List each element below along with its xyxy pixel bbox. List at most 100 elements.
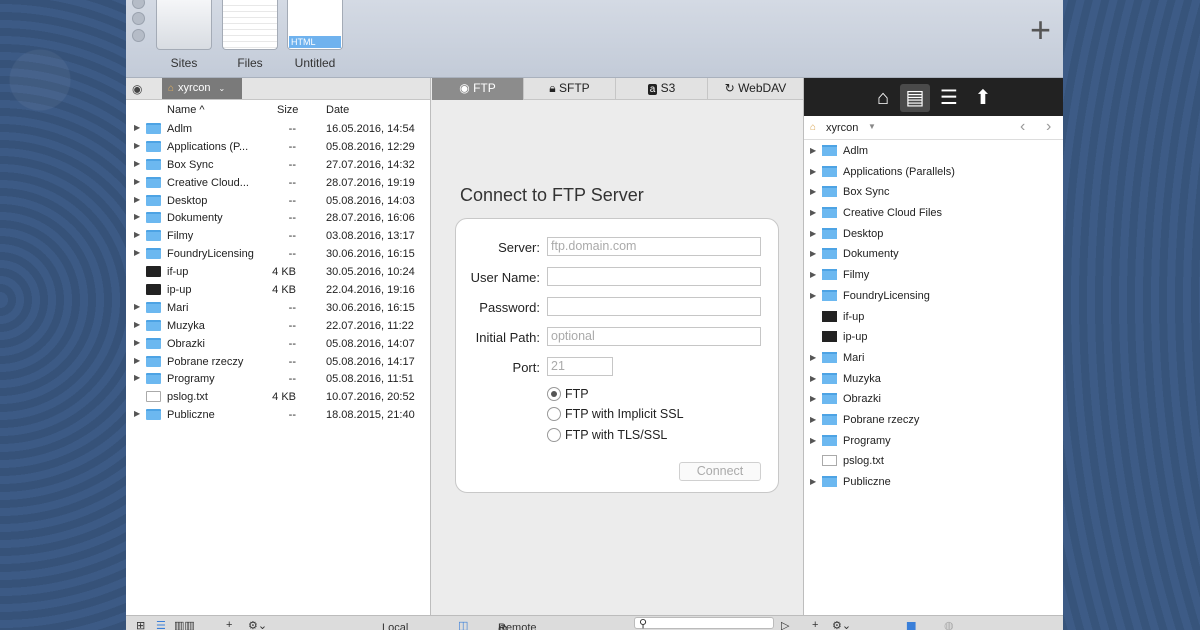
disclosure-triangle-icon[interactable]: ▶ xyxy=(810,374,816,383)
path-dropdown[interactable]: ⌂ xyrcon ⌄ xyxy=(162,78,242,99)
disclosure-triangle-icon[interactable]: ▶ xyxy=(810,436,816,445)
file-row[interactable]: ▶ Filmy -- 03.08.2016, 13:17 xyxy=(126,227,430,245)
column-header-date[interactable]: Date xyxy=(326,104,349,116)
disclosure-triangle-icon[interactable]: ▶ xyxy=(134,373,140,382)
add-remote-icon[interactable]: + xyxy=(812,619,818,630)
back-icon[interactable]: ‹ xyxy=(1020,118,1025,136)
remote-file-row[interactable]: ▶ Filmy xyxy=(804,264,1063,285)
text-icon[interactable]: ☰ xyxy=(934,84,964,112)
server-input[interactable]: ftp.domain.com xyxy=(547,237,761,256)
file-row[interactable]: ▶ Mari -- 30.06.2016, 16:15 xyxy=(126,299,430,317)
radio-tls-ssl[interactable] xyxy=(547,428,561,442)
tab-webdav[interactable]: ↻ WebDAV xyxy=(708,78,803,100)
disclosure-triangle-icon[interactable]: ▶ xyxy=(810,146,816,155)
disclosure-triangle-icon[interactable]: ▶ xyxy=(810,208,816,217)
disclosure-triangle-icon[interactable]: ▶ xyxy=(134,123,140,132)
disclosure-triangle-icon[interactable]: ▶ xyxy=(810,249,816,258)
disclosure-triangle-icon[interactable]: ▶ xyxy=(134,212,140,221)
chevron-down-icon[interactable]: ▼ xyxy=(868,122,876,131)
disclosure-triangle-icon[interactable]: ▶ xyxy=(134,248,140,257)
disclosure-triangle-icon[interactable]: ▶ xyxy=(810,477,816,486)
remote-file-row[interactable]: ▶ Muzyka xyxy=(804,368,1063,389)
column-header-size[interactable]: Size xyxy=(277,104,298,116)
forward-icon[interactable]: › xyxy=(1046,118,1051,136)
gear-icon[interactable]: ⚙⌄ xyxy=(248,619,267,630)
remote-globe-icon[interactable]: ◍ xyxy=(944,619,954,630)
plus-icon[interactable]: + xyxy=(1030,12,1051,48)
remote-file-row[interactable]: ▶ FoundryLicensing xyxy=(804,285,1063,306)
column-view-icon[interactable]: ▥▥ xyxy=(174,619,195,630)
password-input[interactable] xyxy=(547,297,761,316)
local-disk-icon[interactable]: ▆ xyxy=(907,619,915,630)
disclosure-triangle-icon[interactable]: ▶ xyxy=(810,229,816,238)
disclosure-triangle-icon[interactable]: ▶ xyxy=(810,291,816,300)
disclosure-triangle-icon[interactable]: ▶ xyxy=(134,141,140,150)
remote-file-row[interactable]: ▶ Adlm xyxy=(804,140,1063,161)
remote-file-row[interactable]: ▶ Mari xyxy=(804,347,1063,368)
eye-icon[interactable]: ◉ xyxy=(132,82,142,96)
disclosure-triangle-icon[interactable]: ▶ xyxy=(134,177,140,186)
file-row[interactable]: ▶ FoundryLicensing -- 30.06.2016, 16:15 xyxy=(126,245,430,263)
disclosure-triangle-icon[interactable]: ▶ xyxy=(134,338,140,347)
tab-ftp[interactable]: ◉ FTP xyxy=(432,78,524,100)
file-row[interactable]: ▶ Pobrane rzeczy -- 05.08.2016, 14:17 xyxy=(126,353,430,371)
disclosure-triangle-icon[interactable]: ▶ xyxy=(134,159,140,168)
file-row[interactable]: if-up 4 KB 30.05.2016, 10:24 xyxy=(126,263,430,281)
add-icon[interactable]: + xyxy=(226,619,232,630)
initial-path-input[interactable]: optional xyxy=(547,327,761,346)
preview-icon[interactable]: ▷ xyxy=(781,619,789,630)
split-view-icon[interactable]: ◫ xyxy=(458,619,468,630)
file-row[interactable]: pslog.txt 4 KB 10.07.2016, 20:52 xyxy=(126,388,430,406)
file-row[interactable]: ▶ Adlm -- 16.05.2016, 14:54 xyxy=(126,120,430,138)
remote-file-row[interactable]: ip-up xyxy=(804,326,1063,347)
grid-view-icon[interactable]: ⊞ xyxy=(136,619,145,630)
disclosure-triangle-icon[interactable]: ▶ xyxy=(134,230,140,239)
radio-ftp[interactable] xyxy=(547,387,561,401)
file-row[interactable]: ▶ Dokumenty -- 28.07.2016, 16:06 xyxy=(126,209,430,227)
disclosure-triangle-icon[interactable]: ▶ xyxy=(134,409,140,418)
remote-file-row[interactable]: if-up xyxy=(804,306,1063,327)
toolbar-files[interactable]: Files xyxy=(221,0,279,70)
remote-file-row[interactable]: ▶ Programy xyxy=(804,430,1063,451)
file-row[interactable]: ▶ Desktop -- 05.08.2016, 14:03 xyxy=(126,192,430,210)
remote-gear-icon[interactable]: ⚙⌄ xyxy=(832,619,851,630)
tab-s3[interactable]: a S3 xyxy=(616,78,708,100)
search-input[interactable]: ⚲ xyxy=(634,617,774,630)
file-row[interactable]: ▶ Programy -- 05.08.2016, 11:51 xyxy=(126,370,430,388)
remote-file-row[interactable]: ▶ Desktop xyxy=(804,223,1063,244)
files-icon[interactable]: ▤ xyxy=(900,84,930,112)
toolbar-untitled[interactable]: HTML Untitled xyxy=(286,0,344,70)
disclosure-triangle-icon[interactable]: ▶ xyxy=(810,394,816,403)
disclosure-triangle-icon[interactable]: ▶ xyxy=(810,187,816,196)
list-view-icon[interactable]: ☰ xyxy=(156,619,166,630)
file-row[interactable]: ip-up 4 KB 22.04.2016, 19:16 xyxy=(126,281,430,299)
file-row[interactable]: ▶ Creative Cloud... -- 28.07.2016, 19:19 xyxy=(126,174,430,192)
zoom-window-button[interactable] xyxy=(132,29,145,42)
username-input[interactable] xyxy=(547,267,761,286)
minimize-window-button[interactable] xyxy=(132,12,145,25)
upload-icon[interactable]: ⬆ xyxy=(968,84,998,112)
disclosure-triangle-icon[interactable]: ▶ xyxy=(134,302,140,311)
column-header-name[interactable]: Name ^ xyxy=(167,104,205,116)
radio-implicit-ssl[interactable] xyxy=(547,407,561,421)
remote-file-row[interactable]: ▶ Pobrane rzeczy xyxy=(804,409,1063,430)
toolbar-sites[interactable]: Sites xyxy=(155,0,213,70)
remote-file-row[interactable]: ▶ Applications (Parallels) xyxy=(804,161,1063,182)
file-row[interactable]: ▶ Publiczne -- 18.08.2015, 21:40 xyxy=(126,406,430,424)
home-icon[interactable]: ⌂ xyxy=(868,84,898,112)
connect-button[interactable]: Connect xyxy=(679,462,761,481)
remote-file-row[interactable]: pslog.txt xyxy=(804,450,1063,471)
disclosure-triangle-icon[interactable]: ▶ xyxy=(810,167,816,176)
remote-path-label[interactable]: xyrcon xyxy=(826,122,858,134)
remote-file-row[interactable]: ▶ Box Sync xyxy=(804,181,1063,202)
file-row[interactable]: ▶ Obrazki -- 05.08.2016, 14:07 xyxy=(126,335,430,353)
disclosure-triangle-icon[interactable]: ▶ xyxy=(810,270,816,279)
remote-file-row[interactable]: ▶ Publiczne xyxy=(804,471,1063,492)
remote-file-row[interactable]: ▶ Creative Cloud Files xyxy=(804,202,1063,223)
file-row[interactable]: ▶ Muzyka -- 22.07.2016, 11:22 xyxy=(126,317,430,335)
disclosure-triangle-icon[interactable]: ▶ xyxy=(134,320,140,329)
disclosure-triangle-icon[interactable]: ▶ xyxy=(810,415,816,424)
close-window-button[interactable] xyxy=(132,0,145,9)
disclosure-triangle-icon[interactable]: ▶ xyxy=(134,356,140,365)
remote-file-row[interactable]: ▶ Dokumenty xyxy=(804,243,1063,264)
